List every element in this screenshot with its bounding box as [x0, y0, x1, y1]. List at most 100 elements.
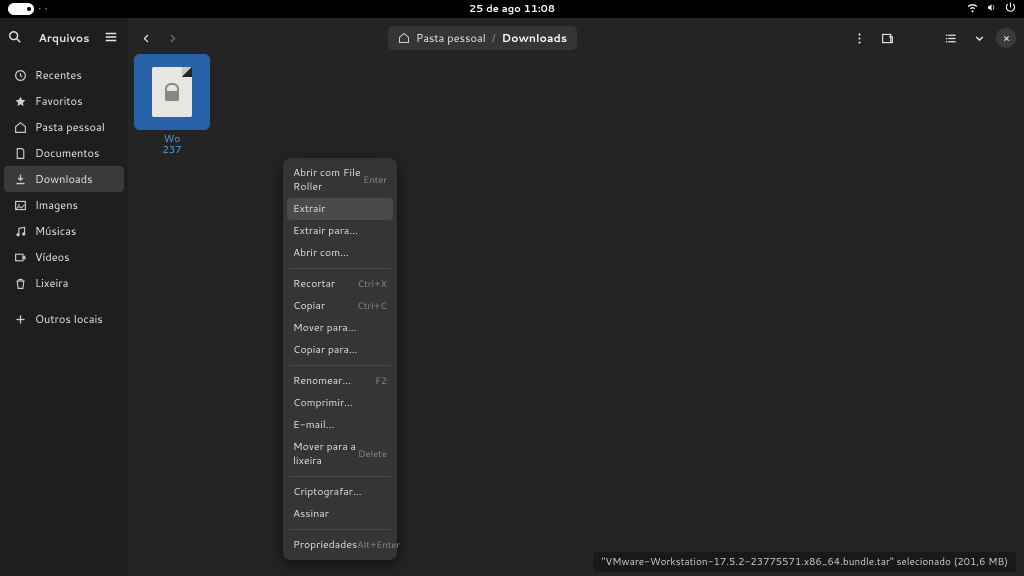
sidebar-item-downloads[interactable]: Downloads	[4, 166, 124, 192]
music-icon	[14, 225, 27, 238]
clock-icon	[14, 69, 27, 82]
menu-item-mover-para[interactable]: Mover para…	[287, 317, 393, 339]
menu-item-label: Recortar	[293, 277, 335, 291]
menu-item-label: Mover para…	[293, 321, 357, 335]
chevron-down-icon[interactable]	[968, 26, 990, 50]
menu-item-criptografar[interactable]: Criptografar…	[287, 481, 393, 503]
menu-item-label: Comprimir…	[293, 396, 353, 410]
menu-item-copiar-para[interactable]: Copiar para…	[287, 339, 393, 361]
plus-icon	[14, 313, 27, 326]
volume-icon[interactable]	[986, 1, 997, 17]
search-icon[interactable]	[8, 30, 24, 46]
menu-item-shortcut: Delete	[358, 448, 387, 461]
menu-item-shortcut: Enter	[363, 174, 387, 187]
sidebar-item-vídeos[interactable]: Vídeos	[4, 244, 124, 270]
activities-pill[interactable]: • •	[8, 1, 48, 17]
path-separator: /	[492, 30, 496, 46]
video-icon	[14, 251, 27, 264]
sidebar-item-label: Músicas	[35, 223, 76, 239]
document-icon	[14, 147, 27, 160]
menu-item-label: Mover para a lixeira	[293, 440, 358, 468]
menu-item-abrir-com[interactable]: Abrir com…	[287, 242, 393, 264]
menu-item-label: E-mail…	[293, 418, 335, 432]
menu-item-label: Extrair	[293, 202, 325, 216]
path-home[interactable]: Pasta pessoal	[416, 30, 486, 46]
menu-item-renomear[interactable]: Renomear… F2	[287, 370, 393, 392]
menu-item-label: Copiar para…	[293, 343, 358, 357]
nav-back-button[interactable]	[136, 26, 156, 50]
sidebar-item-label: Vídeos	[35, 249, 70, 265]
kebab-menu-icon[interactable]	[848, 26, 870, 50]
file-thumbnail	[134, 54, 210, 130]
menu-item-extrair[interactable]: Extrair	[287, 198, 393, 220]
sidebar-item-label: Favoritos	[35, 93, 83, 109]
menu-item-recortar[interactable]: Recortar Ctrl+X	[287, 273, 393, 295]
menu-item-mover-para-a-lixeira[interactable]: Mover para a lixeiraDelete	[287, 436, 393, 472]
menu-item-label: Renomear…	[293, 374, 351, 388]
menu-item-label: Assinar	[293, 507, 329, 521]
sidebar-item-imagens[interactable]: Imagens	[4, 192, 124, 218]
power-icon[interactable]	[1005, 1, 1016, 17]
menu-item-shortcut: F2	[375, 375, 387, 388]
menu-item-label: Copiar	[293, 299, 325, 313]
menu-item-comprimir[interactable]: Comprimir…	[287, 392, 393, 414]
trash-icon	[14, 277, 27, 290]
context-menu: Abrir com File RollerEnter Extrair Extrair…	[283, 158, 397, 560]
menu-separator	[289, 476, 391, 477]
path-bar[interactable]: Pasta pessoal / Downloads	[388, 26, 577, 50]
menu-separator	[289, 268, 391, 269]
topbar-datetime[interactable]: 25 de ago 11:08	[469, 2, 555, 16]
sidebar-item-lixeira[interactable]: Lixeira	[4, 270, 124, 296]
menu-item-abrir-com-file-roller[interactable]: Abrir com File RollerEnter	[287, 162, 393, 198]
menu-item-copiar[interactable]: Copiar Ctrl+C	[287, 295, 393, 317]
status-bar: "VMware-Workstation-17.5.2-23775571.x86_…	[593, 552, 1016, 572]
menu-item-extrair-para[interactable]: Extrair para…	[287, 220, 393, 242]
header-bar: Pasta pessoal / Downloads	[128, 18, 1024, 58]
sidebar-item-documentos[interactable]: Documentos	[4, 140, 124, 166]
image-icon	[14, 199, 27, 212]
close-button[interactable]	[996, 28, 1016, 48]
menu-item-label: Abrir com File Roller	[293, 166, 363, 194]
home-icon	[398, 32, 410, 44]
sidebar-other-locations[interactable]: Outros locais	[4, 306, 124, 332]
sidebar-item-label: Imagens	[35, 197, 78, 213]
menu-item-label: Abrir com…	[293, 246, 349, 260]
menu-item-shortcut: Ctrl+C	[357, 300, 387, 313]
menu-separator	[289, 529, 391, 530]
menu-item-e-mail[interactable]: E-mail…	[287, 414, 393, 436]
new-tab-icon[interactable]	[876, 26, 898, 50]
menu-item-assinar[interactable]: Assinar	[287, 503, 393, 525]
sidebar-item-label: Recentes	[35, 67, 82, 83]
menu-item-shortcut: Ctrl+X	[358, 278, 388, 291]
path-current[interactable]: Downloads	[502, 30, 567, 46]
sidebar-title: Arquivos	[24, 30, 104, 46]
sidebar-item-label: Outros locais	[35, 311, 103, 327]
main-pane: Pasta pessoal / Downloads Wo237	[128, 18, 1024, 576]
star-icon	[14, 95, 27, 108]
hamburger-icon[interactable]	[104, 30, 120, 46]
menu-item-shortcut: Alt+Enter	[357, 539, 400, 552]
sidebar-item-músicas[interactable]: Músicas	[4, 218, 124, 244]
sidebar-item-label: Downloads	[35, 171, 93, 187]
menu-item-label: Criptografar…	[293, 485, 362, 499]
sidebar: Arquivos Recentes Favoritos Pasta pessoal D…	[0, 18, 128, 576]
file-grid[interactable]: Wo237 Abrir com File RollerEnter Extrair E…	[128, 58, 1024, 576]
wifi-icon[interactable]	[967, 1, 978, 17]
sidebar-item-pasta-pessoal[interactable]: Pasta pessoal	[4, 114, 124, 140]
sidebar-item-label: Lixeira	[35, 275, 68, 291]
file-item[interactable]: Wo237	[134, 54, 210, 156]
view-list-icon[interactable]	[940, 26, 962, 50]
menu-item-label: Extrair para…	[293, 224, 358, 238]
home-icon	[14, 121, 27, 134]
gnome-topbar: • • 25 de ago 11:08	[0, 0, 1024, 18]
file-label: Wo237	[162, 134, 181, 156]
download-icon	[14, 173, 27, 186]
menu-item-label: Propriedades	[293, 538, 357, 552]
menu-item-propriedades[interactable]: PropriedadesAlt+Enter	[287, 534, 393, 556]
sidebar-item-recentes[interactable]: Recentes	[4, 62, 124, 88]
archive-icon	[152, 67, 192, 117]
sidebar-item-label: Pasta pessoal	[35, 119, 105, 135]
nav-forward-button[interactable]	[162, 26, 182, 50]
sidebar-item-favoritos[interactable]: Favoritos	[4, 88, 124, 114]
nautilus-window: Arquivos Recentes Favoritos Pasta pessoal D…	[0, 18, 1024, 576]
